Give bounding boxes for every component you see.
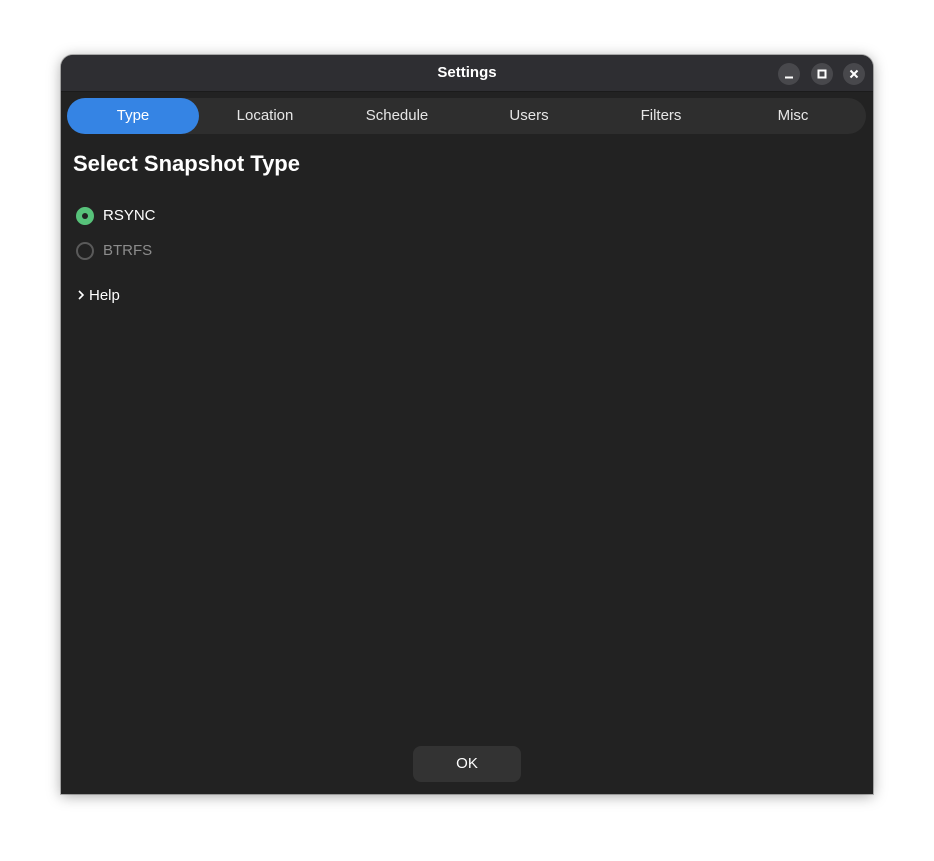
minimize-button[interactable] <box>778 63 800 85</box>
maximize-button[interactable] <box>811 63 833 85</box>
settings-window: Settings Type Location Schedule Users Fi… <box>61 55 873 794</box>
close-icon <box>849 69 859 79</box>
tab-users[interactable]: Users <box>463 98 595 134</box>
maximize-icon <box>817 69 827 79</box>
tab-type[interactable]: Type <box>67 98 199 134</box>
chevron-right-icon <box>78 290 85 300</box>
tab-misc[interactable]: Misc <box>727 98 859 134</box>
page-heading: Select Snapshot Type <box>73 151 300 176</box>
tab-schedule[interactable]: Schedule <box>331 98 463 134</box>
close-button[interactable] <box>843 63 865 85</box>
title-bar[interactable]: Settings <box>61 55 873 92</box>
radio-button-rsync[interactable] <box>76 207 94 225</box>
tab-filters[interactable]: Filters <box>595 98 727 134</box>
window-title: Settings <box>437 64 497 81</box>
minimize-icon <box>785 76 793 79</box>
radio-label-btrfs: BTRFS <box>103 242 153 259</box>
radio-button-btrfs <box>76 242 94 260</box>
radio-label-rsync: RSYNC <box>103 207 156 224</box>
tab-location[interactable]: Location <box>199 98 331 134</box>
tab-bar: Type Location Schedule Users Filters Mis… <box>67 98 866 134</box>
ok-button[interactable]: OK <box>413 746 521 782</box>
help-label: Help <box>89 287 120 304</box>
